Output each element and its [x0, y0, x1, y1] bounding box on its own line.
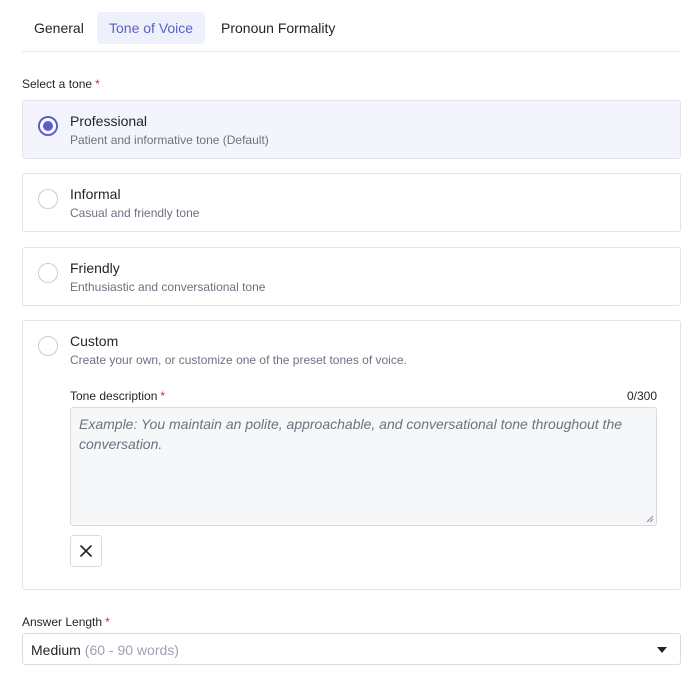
answer-length-label-text: Answer Length [22, 615, 103, 629]
answer-length-hint: (60 - 90 words) [84, 642, 179, 658]
tone-option-title: Professional [70, 113, 148, 129]
tone-option-description: Create your own, or customize one of the… [70, 353, 407, 367]
chevron-down-icon[interactable] [656, 646, 668, 654]
tone-option-description: Patient and informative tone (Default) [70, 133, 269, 147]
answer-length-value: Medium (60 - 90 words) [31, 642, 179, 658]
tab-bar: General Tone of Voice Pronoun Formality [22, 12, 681, 52]
tone-option-description: Enthusiastic and conversational tone [70, 280, 266, 294]
radio-custom[interactable] [38, 336, 58, 356]
tone-description-label: Tone description * [70, 389, 165, 403]
tab-pronoun-formality[interactable]: Pronoun Formality [209, 12, 347, 44]
tone-option-description: Casual and friendly tone [70, 206, 200, 220]
tone-option-title: Custom [70, 333, 119, 349]
answer-length-select[interactable]: Medium (60 - 90 words) [22, 633, 681, 665]
tone-option-professional[interactable]: Professional Patient and informative ton… [22, 100, 681, 159]
radio-professional[interactable] [38, 116, 58, 136]
required-mark: * [95, 77, 100, 91]
answer-length-selected: Medium [31, 642, 81, 658]
tone-description-input[interactable] [70, 407, 657, 526]
required-mark: * [160, 389, 166, 403]
tone-section-label: Select a tone * [22, 77, 100, 91]
tone-option-title: Informal [70, 186, 121, 202]
tone-option-friendly[interactable]: Friendly Enthusiastic and conversational… [22, 247, 681, 306]
tone-section-label-text: Select a tone [22, 77, 93, 91]
resize-grip-icon[interactable] [646, 515, 654, 523]
tone-option-title: Friendly [70, 260, 120, 276]
tone-option-informal[interactable]: Informal Casual and friendly tone [22, 173, 681, 232]
character-counter: 0/300 [626, 389, 657, 403]
clear-description-button[interactable] [70, 535, 102, 567]
tone-description-label-text: Tone description [70, 389, 158, 403]
answer-length-label: Answer Length * [22, 615, 110, 629]
tone-option-custom[interactable]: Custom Create your own, or customize one… [22, 320, 681, 590]
radio-friendly[interactable] [38, 263, 58, 283]
tab-general[interactable]: General [22, 12, 96, 44]
required-mark: * [105, 615, 110, 629]
radio-informal[interactable] [38, 189, 58, 209]
tab-tone-of-voice[interactable]: Tone of Voice [97, 12, 206, 44]
close-icon [80, 545, 92, 557]
